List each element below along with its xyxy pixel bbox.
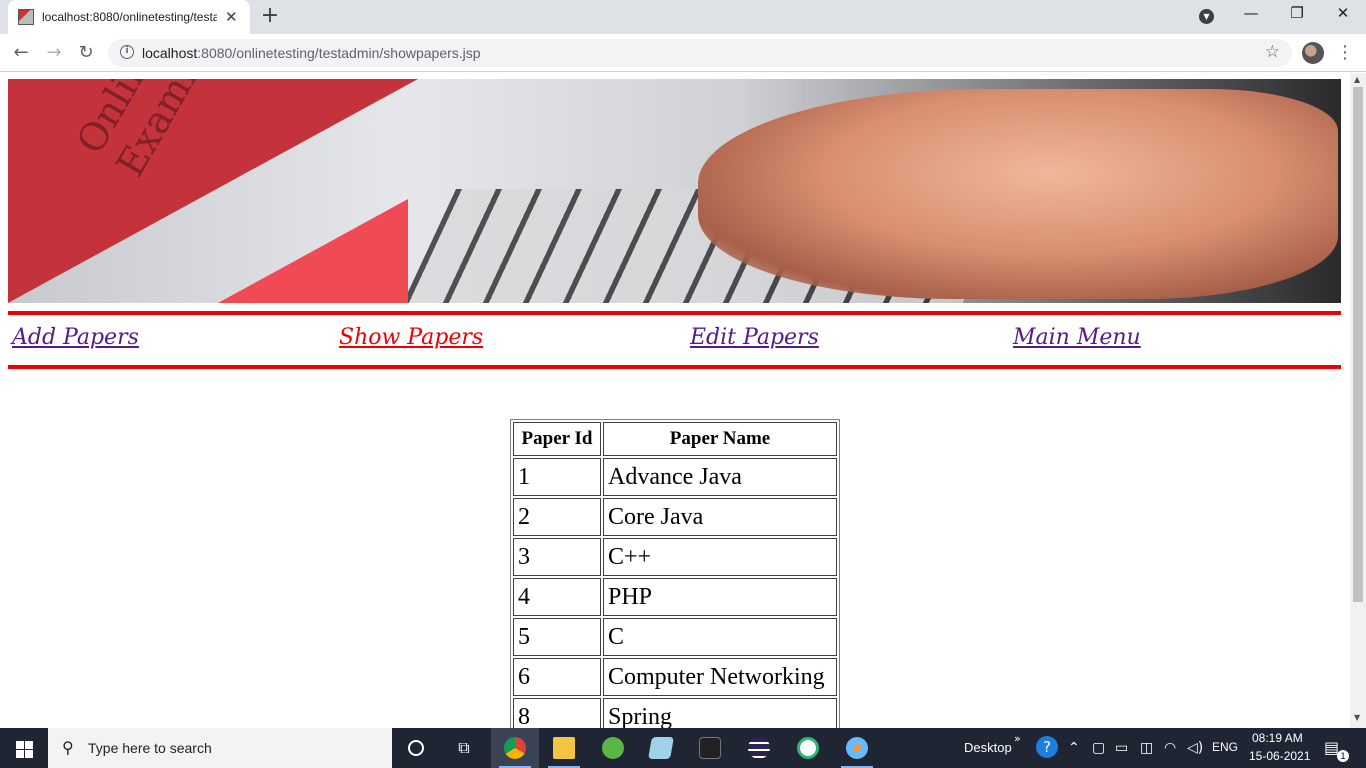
hands-image	[698, 89, 1338, 299]
forward-arrow-icon[interactable]: →	[42, 41, 66, 65]
paper-id-cell: 1	[513, 458, 601, 496]
paper-name-cell: Advance Java	[603, 458, 837, 496]
table-row: 3 C++	[513, 538, 837, 576]
scroll-down-icon[interactable]: ▼	[1354, 713, 1360, 722]
table-header-row: Paper Id Paper Name	[513, 422, 837, 456]
tab-search-icon[interactable]: ▼	[1199, 9, 1214, 24]
search-placeholder: Type here to search	[88, 740, 212, 756]
paper-name-cell: PHP	[603, 578, 837, 616]
show-papers-link[interactable]: Show Papers	[339, 325, 483, 350]
windows-start-icon[interactable]	[0, 728, 48, 768]
browser-menu-icon[interactable]: ⋮	[1336, 42, 1354, 63]
scrollbar-thumb[interactable]	[1353, 87, 1363, 602]
paper-id-cell: 4	[513, 578, 601, 616]
restore-icon[interactable]: ❐	[1282, 4, 1312, 22]
web-page: Online Examination Add Papers Show Paper…	[0, 73, 1350, 728]
browser-toolbar: ← → ↻ i localhost:8080/onlinetesting/tes…	[0, 34, 1366, 72]
table-row: 5C	[513, 618, 837, 656]
cortana-icon[interactable]	[392, 728, 440, 768]
help-icon[interactable]: ?	[1036, 736, 1058, 758]
back-arrow-icon[interactable]: ←	[9, 41, 33, 65]
column-header-paper-id: Paper Id	[513, 422, 601, 456]
task-view-icon[interactable]: ⧉	[440, 728, 488, 768]
wifi-icon[interactable]: ◠	[1164, 740, 1176, 756]
clock-date[interactable]: 15-06-2021	[1249, 749, 1310, 763]
toolbar-overflow-icon[interactable]: »	[1014, 732, 1021, 745]
windows-taskbar: ⚲ Type here to search ⧉ Desktop » ? ⌃ ▢ …	[0, 728, 1366, 768]
eclipse-icon[interactable]	[735, 728, 783, 768]
table-row: 1 Advance Java	[513, 458, 837, 496]
paper-id-cell: 6	[513, 658, 601, 696]
paint-app-icon[interactable]	[833, 728, 881, 768]
page-scrollbar[interactable]: ▲ ▼	[1350, 73, 1366, 728]
volume-icon[interactable]: ◁)	[1187, 740, 1203, 756]
show-hidden-icons-icon[interactable]: ⌃	[1068, 740, 1080, 756]
battery-icon[interactable]: ▭	[1115, 740, 1128, 756]
notes-app-icon[interactable]	[637, 728, 685, 768]
green-app-icon[interactable]	[589, 728, 637, 768]
notification-count-badge: 1	[1337, 750, 1349, 762]
desktop-toolbar-label[interactable]: Desktop	[964, 740, 1012, 755]
tab-title: localhost:8080/onlinetesting/testadmin/s…	[42, 10, 217, 24]
close-tab-icon[interactable]: ✕	[225, 8, 238, 26]
action-app-icon[interactable]: ◫	[1140, 740, 1153, 756]
window-close-icon[interactable]: ✕	[1328, 4, 1358, 22]
clock-time[interactable]: 08:19 AM	[1252, 731, 1303, 745]
table-row: 4 PHP	[513, 578, 837, 616]
site-info-icon[interactable]: i	[120, 45, 134, 59]
paper-id-cell: 8	[513, 698, 601, 728]
bottom-divider	[8, 365, 1341, 369]
tab-strip: localhost:8080/onlinetesting/testadmin/s…	[0, 0, 1366, 34]
meet-now-icon[interactable]: ▢	[1092, 740, 1105, 756]
add-papers-link[interactable]: Add Papers	[12, 325, 139, 350]
language-indicator[interactable]: ENG	[1212, 740, 1238, 754]
browser-tab[interactable]: localhost:8080/onlinetesting/testadmin/s…	[8, 0, 250, 34]
main-menu-link[interactable]: Main Menu	[1013, 325, 1141, 350]
header-banner: Online Examination	[8, 79, 1341, 303]
table-row: 6 Computer Networking	[513, 658, 837, 696]
url-host: localhost	[142, 45, 198, 61]
paper-name-cell: C++	[603, 538, 837, 576]
edit-papers-link[interactable]: Edit Papers	[690, 325, 819, 350]
scroll-up-icon[interactable]: ▲	[1354, 75, 1360, 84]
table-row: 2 Core Java	[513, 498, 837, 536]
papers-table: Paper Id Paper Name 1 Advance Java 2 Core …	[510, 419, 840, 728]
paper-name-cell: Core Java	[603, 498, 837, 536]
address-bar[interactable]: i localhost:8080/onlinetesting/testadmin…	[108, 39, 1292, 67]
chrome-taskbar-icon[interactable]	[491, 728, 539, 768]
reload-icon[interactable]: ↻	[74, 41, 98, 65]
paper-id-cell: 3	[513, 538, 601, 576]
column-header-paper-name: Paper Name	[603, 422, 837, 456]
top-divider	[8, 311, 1341, 315]
banner-pink-panel	[218, 199, 408, 303]
url-text[interactable]: localhost:8080/onlinetesting/testadmin/s…	[142, 45, 481, 61]
search-icon: ⚲	[62, 738, 74, 757]
minimize-icon[interactable]: —	[1236, 4, 1266, 22]
taskbar-search-box[interactable]: ⚲ Type here to search	[48, 728, 392, 768]
page-favicon-icon	[18, 9, 34, 25]
bookmark-star-icon[interactable]: ☆	[1265, 42, 1280, 62]
url-path: :8080/onlinetesting/testadmin/showpapers…	[197, 45, 481, 61]
paper-name-cell: Computer Networking	[603, 658, 837, 696]
paper-id-cell: 2	[513, 498, 601, 536]
check-app-icon[interactable]	[784, 728, 832, 768]
profile-avatar[interactable]	[1302, 42, 1324, 64]
table-row: 8 Spring	[513, 698, 837, 728]
file-explorer-icon[interactable]	[540, 728, 588, 768]
paper-name-cell: C	[603, 618, 837, 656]
paper-name-cell: Spring	[603, 698, 837, 728]
mysql-app-icon[interactable]	[686, 728, 734, 768]
new-tab-button[interactable]: +	[258, 4, 282, 28]
paper-id-cell: 5	[513, 618, 601, 656]
